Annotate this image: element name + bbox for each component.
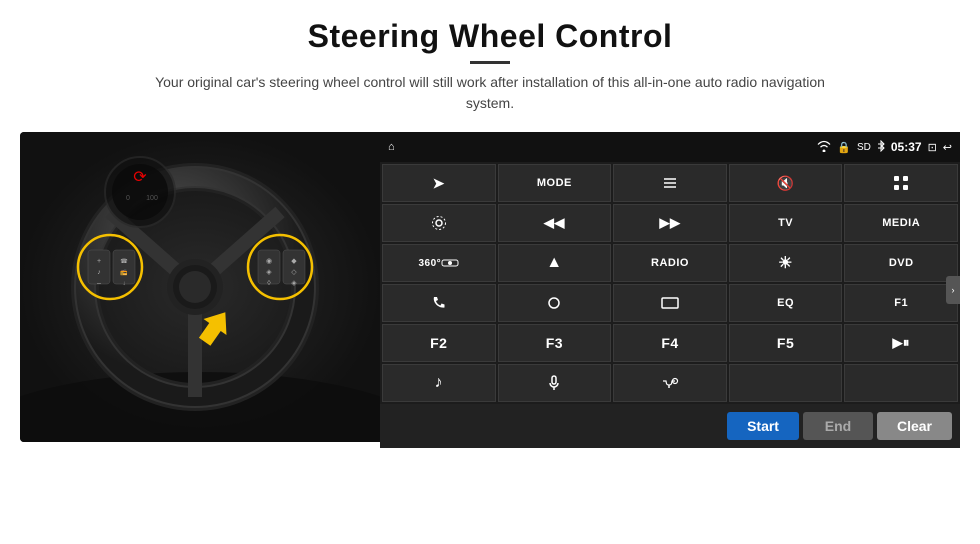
phone-button[interactable] xyxy=(382,284,496,322)
clear-button[interactable]: Clear xyxy=(877,412,952,440)
mode-button[interactable]: MODE xyxy=(498,164,612,202)
eq-button[interactable]: EQ xyxy=(729,284,843,322)
end-button[interactable]: End xyxy=(803,412,873,440)
svg-text:◈: ◈ xyxy=(266,269,272,276)
list-button[interactable] xyxy=(613,164,727,202)
wifi-icon xyxy=(817,140,831,155)
page-subtitle: Your original car's steering wheel contr… xyxy=(130,72,850,114)
steering-wheel-image: + ♪ – ☎ 📻 ↓ ◉ ◈ ◊ ◆ ◇ ◈ xyxy=(20,132,380,442)
bottom-bar: Start End Clear xyxy=(380,404,960,448)
android-panel: ⌂ 🔒 SD 05:37 ⊡ ↩ xyxy=(380,132,960,448)
svg-text:◆: ◆ xyxy=(291,258,297,265)
svg-text:☎: ☎ xyxy=(120,258,128,265)
home-icon[interactable]: ⌂ xyxy=(388,141,395,153)
mic-button[interactable] xyxy=(498,364,612,402)
title-section: Steering Wheel Control Your original car… xyxy=(130,18,850,114)
svg-text:0: 0 xyxy=(126,195,130,202)
start-button[interactable]: Start xyxy=(727,412,799,440)
status-time: 05:37 xyxy=(891,140,922,154)
f1-button[interactable]: F1 xyxy=(844,284,958,322)
content-area: + ♪ – ☎ 📻 ↓ ◉ ◈ ◊ ◆ ◇ ◈ xyxy=(20,132,960,448)
cam360-button[interactable]: 360° xyxy=(382,244,496,282)
svg-text:–: – xyxy=(97,280,101,287)
f4-button[interactable]: F4 xyxy=(613,324,727,362)
back-icon: ↩ xyxy=(943,141,952,154)
settings-button[interactable] xyxy=(382,204,496,242)
scroll-tab[interactable]: › xyxy=(946,276,960,304)
nav-button[interactable]: ➤ xyxy=(382,164,496,202)
status-right: 🔒 SD 05:37 ⊡ ↩ xyxy=(817,140,952,155)
prev-button[interactable]: ◀◀ xyxy=(498,204,612,242)
page-title: Steering Wheel Control xyxy=(130,18,850,55)
page-wrapper: Steering Wheel Control Your original car… xyxy=(0,0,980,544)
lock-icon: 🔒 xyxy=(837,141,851,154)
swirl-button[interactable] xyxy=(498,284,612,322)
f2-button[interactable]: F2 xyxy=(382,324,496,362)
bt-icon xyxy=(877,140,885,155)
sd-icon: SD xyxy=(857,142,871,153)
status-bar: ⌂ 🔒 SD 05:37 ⊡ ↩ xyxy=(380,132,960,162)
radio-button[interactable]: RADIO xyxy=(613,244,727,282)
dvd-button[interactable]: DVD xyxy=(844,244,958,282)
svg-text:◈: ◈ xyxy=(291,280,297,287)
f5-button[interactable]: F5 xyxy=(729,324,843,362)
title-divider xyxy=(470,61,510,64)
eject-button[interactable]: ▲ xyxy=(498,244,612,282)
apps-button[interactable] xyxy=(844,164,958,202)
svg-text:◊: ◊ xyxy=(267,280,271,287)
svg-text:♪: ♪ xyxy=(97,269,101,276)
tv-button[interactable]: TV xyxy=(729,204,843,242)
svg-text:100: 100 xyxy=(146,195,158,202)
svg-text:◉: ◉ xyxy=(266,258,272,265)
next-button[interactable]: ▶▶ xyxy=(613,204,727,242)
svg-text:⟳: ⟳ xyxy=(133,169,147,186)
svg-text:+: + xyxy=(97,258,101,265)
music-button[interactable]: ♪ xyxy=(382,364,496,402)
mute-button[interactable]: 🔇 xyxy=(729,164,843,202)
brightness-button[interactable]: ☀ xyxy=(729,244,843,282)
playpause-button[interactable]: ▶⏸ xyxy=(844,324,958,362)
svg-text:↓: ↓ xyxy=(123,281,126,287)
button-grid: ➤ MODE 🔇 ◀◀ xyxy=(380,162,960,404)
svg-text:◇: ◇ xyxy=(291,269,297,276)
media-button[interactable]: MEDIA xyxy=(844,204,958,242)
empty1 xyxy=(729,364,843,402)
screen-button[interactable] xyxy=(613,284,727,322)
f3-button[interactable]: F3 xyxy=(498,324,612,362)
window-icon: ⊡ xyxy=(928,141,937,154)
svg-text:📻: 📻 xyxy=(120,269,128,276)
status-left: ⌂ xyxy=(388,141,395,153)
handsfree-button[interactable] xyxy=(613,364,727,402)
empty2 xyxy=(844,364,958,402)
